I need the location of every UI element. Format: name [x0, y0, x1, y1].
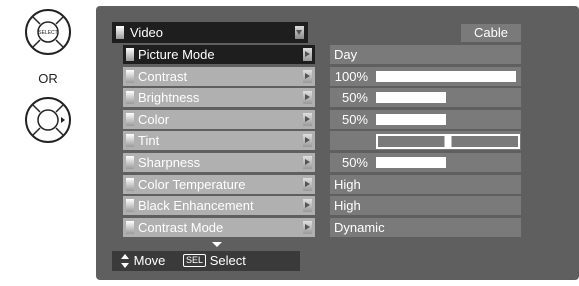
level-bar-fill — [376, 92, 446, 103]
row-arrow-icon — [303, 91, 312, 104]
menu-row-label[interactable]: Contrast Mode — [123, 218, 315, 237]
menu-row-value[interactable]: 50% — [330, 153, 521, 172]
level-bar-fill — [376, 157, 446, 168]
menu-row-label[interactable]: Sharpness — [123, 153, 315, 172]
level-value-text: 50% — [341, 90, 368, 105]
select-dpad-graphic: SELECT — [31, 15, 65, 49]
tab-mark-icon — [126, 199, 134, 212]
menu-row-value[interactable]: 100% — [330, 67, 521, 86]
menu-row-label[interactable]: Contrast — [123, 67, 315, 86]
scroll-down-arrow-icon[interactable] — [212, 242, 222, 247]
level-bar[interactable] — [376, 157, 516, 168]
menu-row-value[interactable] — [330, 131, 521, 150]
menu-row-label-text: Color Temperature — [138, 177, 246, 192]
menu-row-value[interactable]: Day — [330, 45, 521, 64]
menu-row-value-text: Dynamic — [334, 220, 385, 235]
tab-mark-icon — [126, 91, 134, 104]
level-value-text: 50% — [341, 112, 368, 127]
level-bar[interactable] — [376, 92, 516, 103]
dropdown-arrow-icon — [295, 26, 304, 39]
level-bar[interactable] — [376, 114, 516, 125]
menu-row-label-text: Black Enhancement — [138, 198, 254, 213]
menu-row-label-text: Sharpness — [138, 155, 201, 170]
remote-panel: SELECT OR — [0, 0, 96, 286]
sel-key-icon: SEL — [183, 254, 207, 268]
tint-slider-handle[interactable] — [444, 135, 452, 148]
row-arrow-icon — [303, 113, 312, 126]
row-arrow-icon — [303, 199, 312, 212]
menu-row-value[interactable]: 50% — [330, 88, 521, 107]
menu-row-label[interactable]: Tint — [123, 131, 315, 150]
row-arrow-icon — [303, 48, 312, 61]
menu-title: Video — [130, 25, 164, 40]
level-bar-fill — [376, 114, 446, 125]
row-arrow-icon — [303, 221, 312, 234]
menu-row-value[interactable]: 50% — [330, 110, 521, 129]
footer-hint-bar: Move SEL Select — [112, 251, 300, 271]
tab-mark-icon — [126, 134, 134, 147]
menu-row-label[interactable]: Picture Mode — [123, 45, 315, 64]
or-text: OR — [38, 71, 58, 86]
menu-row-value-text: High — [334, 177, 361, 192]
select-dpad-icon[interactable]: SELECT — [25, 9, 71, 55]
menu-row-label-text: Contrast — [138, 69, 188, 84]
menu-row-label[interactable]: Black Enhancement — [123, 196, 315, 215]
menu-row-label-text: Picture Mode — [138, 47, 215, 62]
menu-row-label[interactable]: Color Temperature — [123, 175, 315, 194]
menu-title-bar[interactable]: Video — [112, 22, 308, 43]
menu-row-value[interactable]: Dynamic — [330, 218, 521, 237]
menu-row-value[interactable]: High — [330, 196, 521, 215]
tab-mark-icon — [126, 48, 134, 61]
menu-row-label[interactable]: Color — [123, 110, 315, 129]
move-updown-icon — [121, 253, 129, 268]
menu-row-label[interactable]: Brightness — [123, 88, 315, 107]
input-source-badge: Cable — [461, 24, 521, 42]
row-arrow-icon — [303, 178, 312, 191]
right-dpad-icon[interactable] — [25, 97, 71, 143]
tab-mark-icon — [126, 178, 134, 191]
select-button-label: SELECT — [38, 30, 57, 36]
tab-mark-icon — [126, 221, 134, 234]
tab-mark-icon — [126, 70, 134, 83]
menu-row-label-text: Contrast Mode — [138, 220, 224, 235]
menu-row-label-text: Color — [138, 112, 170, 127]
select-label: Select — [209, 253, 246, 268]
tab-mark-icon — [116, 26, 124, 39]
menu-row-label-text: Brightness — [138, 90, 200, 105]
tab-mark-icon — [126, 156, 134, 169]
level-bar-fill — [376, 71, 516, 82]
menu-row-value-text: Day — [334, 47, 358, 62]
menu-row-value-text: High — [334, 198, 361, 213]
right-dpad-graphic — [31, 103, 65, 137]
row-arrow-icon — [303, 156, 312, 169]
level-value-text: 50% — [341, 155, 368, 170]
menu-row-value[interactable]: High — [330, 175, 521, 194]
move-label: Move — [133, 253, 166, 268]
tab-mark-icon — [126, 113, 134, 126]
menu-row-label-text: Tint — [138, 133, 160, 148]
row-arrow-icon — [303, 70, 312, 83]
level-bar[interactable] — [376, 71, 516, 82]
row-arrow-icon — [303, 134, 312, 147]
tint-slider[interactable] — [376, 134, 520, 149]
level-value-text: 100% — [334, 69, 368, 84]
